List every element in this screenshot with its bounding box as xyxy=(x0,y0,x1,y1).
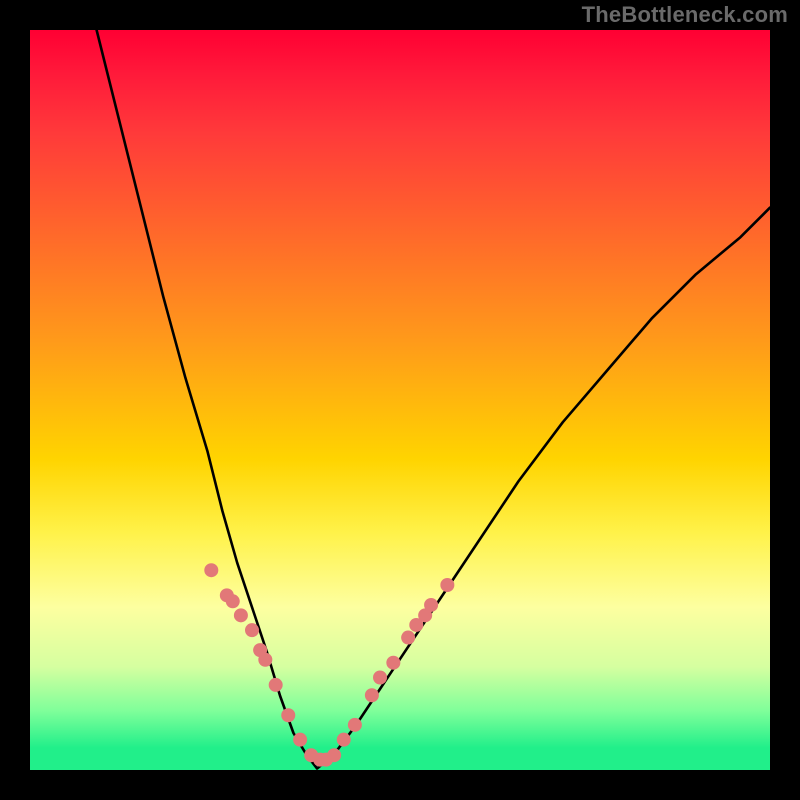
chart-canvas: TheBottleneck.com xyxy=(0,0,800,800)
plot-area xyxy=(30,30,770,770)
watermark-text: TheBottleneck.com xyxy=(582,2,788,28)
heat-gradient-background xyxy=(30,30,770,770)
